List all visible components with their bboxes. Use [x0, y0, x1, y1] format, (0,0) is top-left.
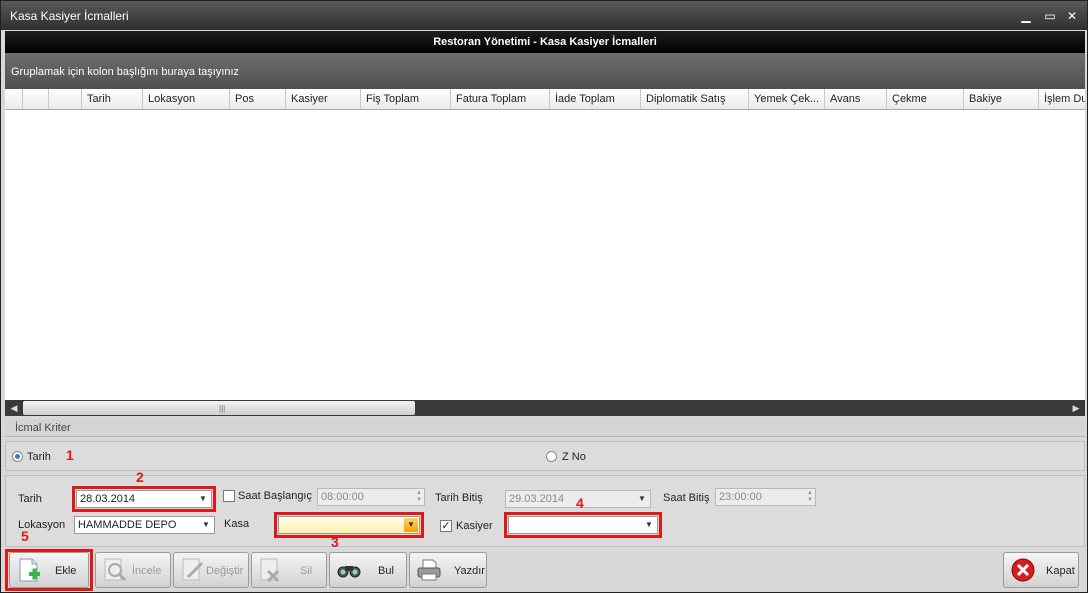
kasiyer-checkbox[interactable]: ✓ — [440, 520, 452, 532]
radio-zno[interactable] — [546, 451, 557, 462]
page-header: Restoran Yönetimi - Kasa Kasiyer İcmalle… — [5, 31, 1085, 53]
incele-label: İncele — [132, 565, 162, 577]
group-hint-text: Gruplamak için kolon başlığını buraya ta… — [11, 66, 240, 78]
criteria-section-title: İcmal Kriter — [5, 419, 1085, 437]
close-window-button[interactable]: ✕ — [1063, 8, 1081, 24]
radio-tarih-label[interactable]: Tarih — [27, 451, 51, 463]
column-header-iade-toplam[interactable]: İade Toplam — [549, 89, 640, 109]
highlight-box-5 — [5, 549, 93, 591]
highlight-box-4 — [504, 512, 662, 538]
scrollbar-grip-icon: ||| — [219, 404, 226, 413]
saat-baslangic-checkbox[interactable] — [223, 490, 235, 502]
grid-header: Tarih Lokasyon Pos Kasiyer Fiş Toplam Fa… — [5, 89, 1085, 110]
degistir-label: Değiştir — [206, 565, 244, 577]
scroll-left-icon[interactable]: ◀ — [7, 401, 21, 415]
kapat-button[interactable]: Kapat — [1003, 552, 1079, 588]
spinner-icon: ▲ ▼ — [807, 490, 813, 503]
close-icon — [1011, 558, 1035, 582]
scroll-right-icon[interactable]: ▶ — [1069, 401, 1083, 415]
column-header-lokasyon[interactable]: Lokasyon — [142, 89, 229, 109]
tarih-bitis-label: Tarih Bitiş — [435, 492, 483, 504]
edit-document-icon — [182, 558, 204, 581]
radio-tarih[interactable] — [12, 451, 23, 462]
indicator-column[interactable] — [5, 89, 22, 109]
kapat-label: Kapat — [1046, 565, 1075, 577]
select-column[interactable] — [22, 89, 48, 109]
filter-form: 2 Tarih 28.03.2014 ▼ Saat Başlangıç 08:0… — [5, 469, 1085, 550]
yazdir-label: Yazdır — [454, 565, 485, 577]
column-header-diplomatik-satis[interactable]: Diplomatik Satış — [640, 89, 748, 109]
annotation-number-3: 3 — [331, 534, 339, 550]
annotation-number-1: 1 — [66, 447, 74, 463]
column-header-kasiyer[interactable]: Kasiyer — [285, 89, 360, 109]
column-header-pos[interactable]: Pos — [229, 89, 285, 109]
window-title: Kasa Kasiyer İcmalleri — [10, 9, 129, 23]
minimize-button[interactable]: ▁ — [1017, 8, 1035, 24]
highlight-box-2 — [72, 486, 216, 512]
saat-baslangic-value: 08:00:00 — [321, 491, 364, 503]
sil-button[interactable]: Sil — [251, 552, 327, 588]
chevron-down-icon: ▼ — [638, 494, 646, 503]
action-toolbar: Ekle İncele Değiştir Sil Bul Yazdır Kapa… — [5, 549, 1085, 591]
annotation-number-5: 5 — [21, 528, 29, 544]
saat-bitis-field: 23:00:00 ▲ ▼ — [715, 488, 816, 506]
bul-label: Bul — [378, 565, 394, 577]
column-header-fatura-toplam[interactable]: Fatura Toplam — [450, 89, 549, 109]
yazdir-button[interactable]: Yazdır — [409, 552, 487, 588]
saat-baslangic-field: 08:00:00 ▲ ▼ — [317, 488, 425, 506]
chevron-down-icon[interactable]: ▼ — [199, 518, 213, 532]
delete-document-icon — [260, 558, 280, 583]
title-bar: Kasa Kasiyer İcmalleri ▁ ▭ ✕ — [1, 1, 1087, 30]
radio-zno-label[interactable]: Z No — [562, 451, 586, 463]
column-header-bakiye[interactable]: Bakiye — [963, 89, 1038, 109]
lokasyon-value: HAMMADDE DEPO — [78, 519, 177, 531]
printer-icon — [417, 559, 441, 581]
spinner-icon: ▲ ▼ — [416, 490, 422, 503]
tarih-bitis-value: 29.03.2014 — [509, 493, 565, 505]
lokasyon-dropdown[interactable]: HAMMADDE DEPO ▼ — [74, 516, 215, 534]
degistir-button[interactable]: Değiştir — [173, 552, 249, 588]
expand-column[interactable] — [48, 89, 81, 109]
group-by-panel[interactable]: Gruplamak için kolon başlığını buraya ta… — [5, 53, 1085, 89]
binoculars-icon — [337, 566, 361, 578]
saat-baslangic-label[interactable]: Saat Başlangıç — [238, 490, 312, 502]
kasa-label: Kasa — [224, 518, 250, 530]
criteria-title-text: İcmal Kriter — [15, 422, 71, 434]
saat-bitis-value: 23:00:00 — [719, 491, 762, 503]
horizontal-scrollbar[interactable]: ◀ ||| ▶ — [5, 400, 1085, 416]
column-header-islem-durumu[interactable]: İşlem Du — [1038, 89, 1085, 109]
magnifier-icon — [104, 558, 127, 582]
column-header-avans[interactable]: Avans — [824, 89, 886, 109]
bul-button[interactable]: Bul — [329, 552, 407, 588]
sil-label: Sil — [300, 565, 313, 577]
column-header-yemek-cek[interactable]: Yemek Çek... — [748, 89, 824, 109]
incele-button[interactable]: İncele — [95, 552, 171, 588]
annotation-number-4: 4 — [576, 495, 584, 511]
maximize-button[interactable]: ▭ — [1041, 8, 1059, 24]
column-header-fis-toplam[interactable]: Fiş Toplam — [360, 89, 450, 109]
column-header-cekme[interactable]: Çekme — [886, 89, 963, 109]
grid-body[interactable] — [5, 110, 1085, 400]
annotation-number-2: 2 — [136, 469, 144, 485]
highlight-box-3 — [274, 512, 424, 538]
scrollbar-thumb[interactable]: ||| — [23, 401, 415, 415]
criteria-radio-group: Tarih 1 Z No — [5, 441, 1085, 471]
column-header-tarih[interactable]: Tarih — [81, 89, 142, 109]
main-window: Kasa Kasiyer İcmalleri ▁ ▭ ✕ Restoran Yö… — [0, 0, 1088, 593]
tarih-label: Tarih — [18, 493, 42, 505]
kasiyer-label[interactable]: Kasiyer — [456, 520, 493, 532]
saat-bitis-label: Saat Bitiş — [663, 492, 710, 504]
